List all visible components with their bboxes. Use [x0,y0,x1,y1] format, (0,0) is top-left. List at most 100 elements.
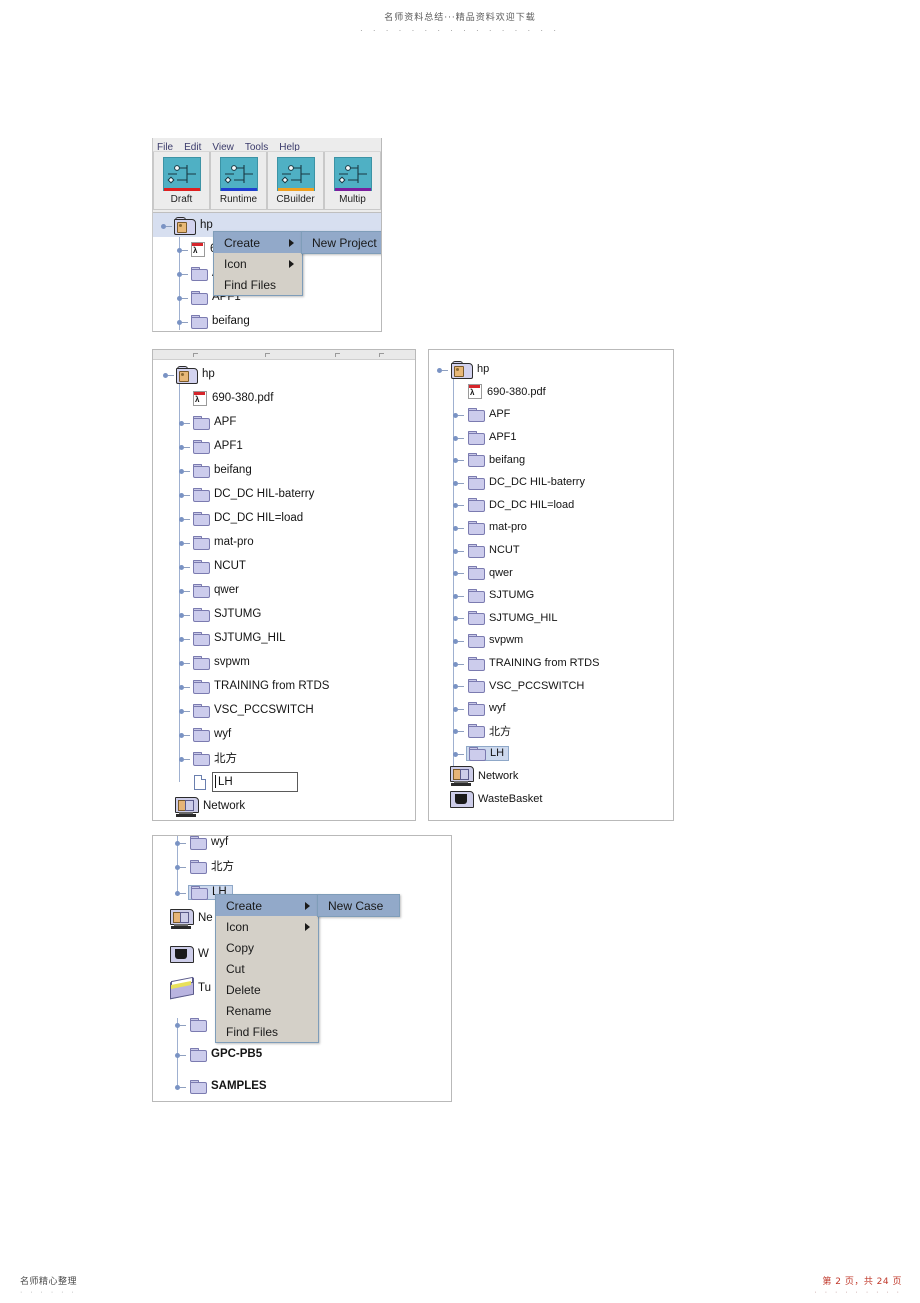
tree-item[interactable]: beifang [153,458,415,482]
tree-item[interactable]: DC_DC HIL=load [153,506,415,530]
tree-item[interactable]: APF1 [153,434,415,458]
tree-item[interactable]: SJTUMG_HIL [429,607,673,630]
expand-toggle-icon[interactable] [179,632,192,645]
menu-tools[interactable]: Tools [245,142,268,151]
tree-item[interactable]: SAMPLES [173,1074,272,1098]
expand-toggle-icon[interactable] [179,512,192,525]
menu-item-new-project[interactable]: New Project [302,232,381,253]
menu-item-create[interactable]: Create [216,895,318,916]
expand-toggle-icon[interactable] [175,836,188,849]
tree-item[interactable] [173,1012,216,1036]
expand-toggle-icon[interactable] [175,1080,188,1093]
tree-item[interactable]: WasteBasket [429,787,673,810]
expand-toggle-icon[interactable] [453,589,466,602]
expand-toggle-icon[interactable] [453,453,466,466]
tree-item[interactable]: Network [153,794,415,818]
expand-toggle-icon[interactable] [179,704,192,717]
expand-toggle-icon[interactable] [177,267,190,280]
expand-toggle-icon[interactable] [453,521,466,534]
tree-item[interactable]: wyf [429,697,673,720]
expand-toggle-icon[interactable] [175,1048,188,1061]
tree-item[interactable]: Network [429,765,673,788]
tree-item[interactable]: λ 690-380.pdf [429,381,673,404]
tree-item[interactable]: beifang [153,309,381,331]
tree-item[interactable]: DC_DC HIL=load [429,494,673,517]
tree-item[interactable]: APF [153,410,415,434]
expand-toggle-icon[interactable] [453,544,466,557]
submenu-new-project[interactable]: New Project [301,231,381,254]
expand-toggle-icon[interactable] [179,416,192,429]
tree-item[interactable]: DC_DC HIL-baterry [153,482,415,506]
expand-toggle-icon[interactable] [453,702,466,715]
tree-item[interactable]: NCUT [153,554,415,578]
menu-item-icon[interactable]: Icon [216,916,318,937]
tree-item[interactable]: TRAINING from RTDS [429,652,673,675]
menu-item-create[interactable]: Create [214,232,302,253]
tree-item[interactable]: VSC_PCCSWITCH [429,674,673,697]
menu-edit[interactable]: Edit [184,142,201,151]
expand-toggle-icon[interactable] [179,656,192,669]
tree-item[interactable]: DC_DC HIL-baterry [429,471,673,494]
menu-file[interactable]: File [157,142,173,151]
expand-toggle-icon[interactable] [179,560,192,573]
tree-item[interactable]: APF1 [429,426,673,449]
expand-toggle-icon[interactable] [163,368,176,381]
expand-toggle-icon[interactable] [179,584,192,597]
expand-toggle-icon[interactable] [179,488,192,501]
menu-item-find-files[interactable]: Find Files [214,274,302,295]
tree-item[interactable]: VSC_PCCSWITCH [153,698,415,722]
expand-toggle-icon[interactable] [177,243,190,256]
expand-toggle-icon[interactable] [177,291,190,304]
expand-toggle-icon[interactable] [453,498,466,511]
menu-item-find-files[interactable]: Find Files [216,1021,318,1042]
expand-toggle-icon[interactable] [175,886,188,899]
context-menu-folder[interactable]: Create Icon Copy Cut Delete Rename Find Files [215,894,319,1043]
tree-item[interactable]: hp [153,362,415,386]
tree-item[interactable]: 北方 [429,720,673,743]
expand-toggle-icon[interactable] [179,608,192,621]
tree-item[interactable]: SJTUMG [153,602,415,626]
tree-item[interactable]: hp [429,358,673,381]
expand-toggle-icon[interactable] [179,536,192,549]
tree-item[interactable]: svpwm [153,650,415,674]
menu-item-copy[interactable]: Copy [216,937,318,958]
tree-item[interactable]: 北方 [173,854,239,878]
tree-item[interactable]: APF [429,403,673,426]
tree-item[interactable]: W [157,942,214,966]
expand-toggle-icon[interactable] [179,728,192,741]
expand-toggle-icon[interactable] [179,752,192,765]
tree-item[interactable]: beifang [429,448,673,471]
expand-toggle-icon[interactable] [437,363,450,376]
expand-toggle-icon[interactable] [453,566,466,579]
tree-item[interactable]: Tu [157,976,216,1000]
expand-toggle-icon[interactable] [161,219,174,232]
tree-item[interactable]: SJTUMG [429,584,673,607]
tree-item[interactable]: GPC-PB5 [173,1042,267,1066]
expand-toggle-icon[interactable] [179,464,192,477]
tree-item[interactable]: TRAINING from RTDS [153,674,415,698]
rename-input[interactable]: LH [212,772,298,792]
tree-item[interactable]: λ 690-380.pdf [153,386,415,410]
expand-toggle-icon[interactable] [453,679,466,692]
expand-toggle-icon[interactable] [175,860,188,873]
expand-toggle-icon[interactable] [179,680,192,693]
toolbar-button-multip[interactable]: Multip [324,152,381,210]
submenu-new-case[interactable]: New Case [317,894,401,917]
menu-item-rename[interactable]: Rename [216,1000,318,1021]
expand-toggle-icon[interactable] [453,476,466,489]
expand-toggle-icon[interactable] [453,408,466,421]
tree-item[interactable]: qwer [429,561,673,584]
menu-view[interactable]: View [212,142,234,151]
toolbar-button-runtime[interactable]: Runtime [210,152,267,210]
menu-item-icon[interactable]: Icon [214,253,302,274]
tree-item[interactable]: 北方 [153,746,415,770]
expand-toggle-icon[interactable] [453,431,466,444]
expand-toggle-icon[interactable] [453,747,466,760]
expand-toggle-icon[interactable] [179,440,192,453]
tree-item[interactable]: wyf [173,836,233,854]
tree-item[interactable]: svpwm [429,629,673,652]
menu-help[interactable]: Help [279,142,300,151]
toolbar-button-cbuilder[interactable]: CBuilder [267,152,324,210]
menu-item-delete[interactable]: Delete [216,979,318,1000]
expand-toggle-icon[interactable] [453,657,466,670]
